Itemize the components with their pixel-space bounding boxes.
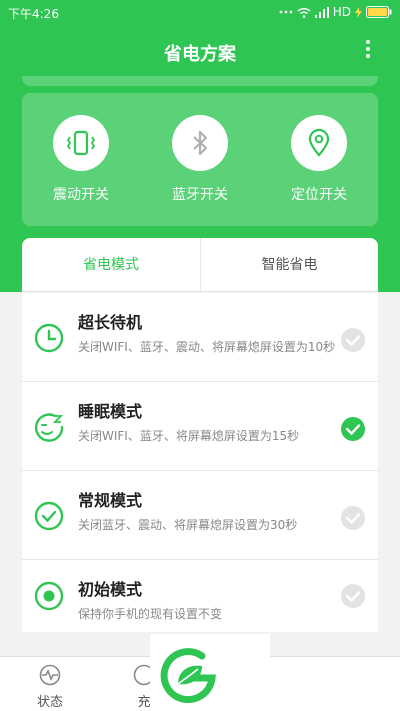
tab-power-saving-mode[interactable]: 省电模式 <box>22 238 200 292</box>
mode-description: 保持你手机的现有设置不变 <box>78 607 223 621</box>
nav-item-status[interactable]: 状态 <box>10 657 90 711</box>
more-vertical-icon[interactable] <box>364 40 372 60</box>
list-item[interactable]: 睡眠模式 关闭WIFI、蓝牙、将屏幕熄屏设置为15秒 <box>22 382 378 471</box>
mode-description: 关闭WIFI、蓝牙、将屏幕熄屏设置为15秒 <box>78 429 300 443</box>
app-bar: 省电方案 <box>0 24 400 76</box>
vibrate-icon <box>53 115 109 171</box>
mode-description: 关闭蓝牙、震动、将屏幕熄屏设置为30秒 <box>78 518 298 532</box>
status-time: 下午4:26 <box>8 7 59 21</box>
status-icons: HD <box>279 5 392 19</box>
list-item[interactable]: 初始模式 保持你手机的现有设置不变 <box>22 560 378 632</box>
page-title: 省电方案 <box>164 44 236 65</box>
sleep-face-icon <box>34 413 64 442</box>
dots-icon <box>279 10 293 14</box>
leaf-logo-icon <box>160 648 216 704</box>
tab-smart-power-saving[interactable]: 智能省电 <box>200 238 378 292</box>
unchecked-icon[interactable] <box>340 327 366 353</box>
nav-label: 状态 <box>36 695 63 710</box>
switch-label: 震动开关 <box>53 187 109 203</box>
check-circle-icon <box>34 501 64 531</box>
unchecked-icon[interactable] <box>340 505 366 531</box>
network-label: HD <box>332 5 351 19</box>
switch-label: 定位开关 <box>291 187 347 203</box>
location-switch[interactable]: 定位开关 <box>260 93 378 226</box>
quick-switch-panel: 震动开关 蓝牙开关 定位开关 <box>22 93 378 226</box>
mode-list: 超长待机 关闭WIFI、蓝牙、震动、将屏幕熄屏设置为10秒 睡眠模式 关闭WIF… <box>22 293 378 632</box>
status-icon <box>39 664 61 686</box>
mode-description: 关闭WIFI、蓝牙、震动、将屏幕熄屏设置为10秒 <box>78 340 336 354</box>
checked-icon[interactable] <box>340 416 366 442</box>
bluetooth-icon <box>172 115 228 171</box>
charging-icon <box>355 6 362 18</box>
switch-label: 蓝牙开关 <box>172 187 228 203</box>
signal-icon <box>314 6 329 18</box>
collapsed-card <box>22 76 378 86</box>
mode-title: 常规模式 <box>78 491 143 510</box>
mode-tabs: 省电模式 智能省电 <box>22 238 378 292</box>
location-icon <box>291 115 347 171</box>
app-logo <box>150 634 270 711</box>
wifi-icon <box>297 7 311 18</box>
battery-icon <box>366 6 392 18</box>
vibrate-switch[interactable]: 震动开关 <box>22 93 140 226</box>
mode-title: 超长待机 <box>78 313 143 332</box>
mode-title: 初始模式 <box>78 580 143 599</box>
list-item[interactable]: 常规模式 关闭蓝牙、震动、将屏幕熄屏设置为30秒 <box>22 471 378 560</box>
list-item[interactable]: 超长待机 关闭WIFI、蓝牙、震动、将屏幕熄屏设置为10秒 <box>22 293 378 382</box>
status-bar: 下午4:26 HD <box>0 0 400 24</box>
clock-icon <box>34 323 64 353</box>
bluetooth-switch[interactable]: 蓝牙开关 <box>141 93 259 226</box>
unchecked-icon[interactable] <box>340 583 366 609</box>
radio-dot-icon <box>34 581 64 611</box>
mode-title: 睡眠模式 <box>78 402 143 421</box>
